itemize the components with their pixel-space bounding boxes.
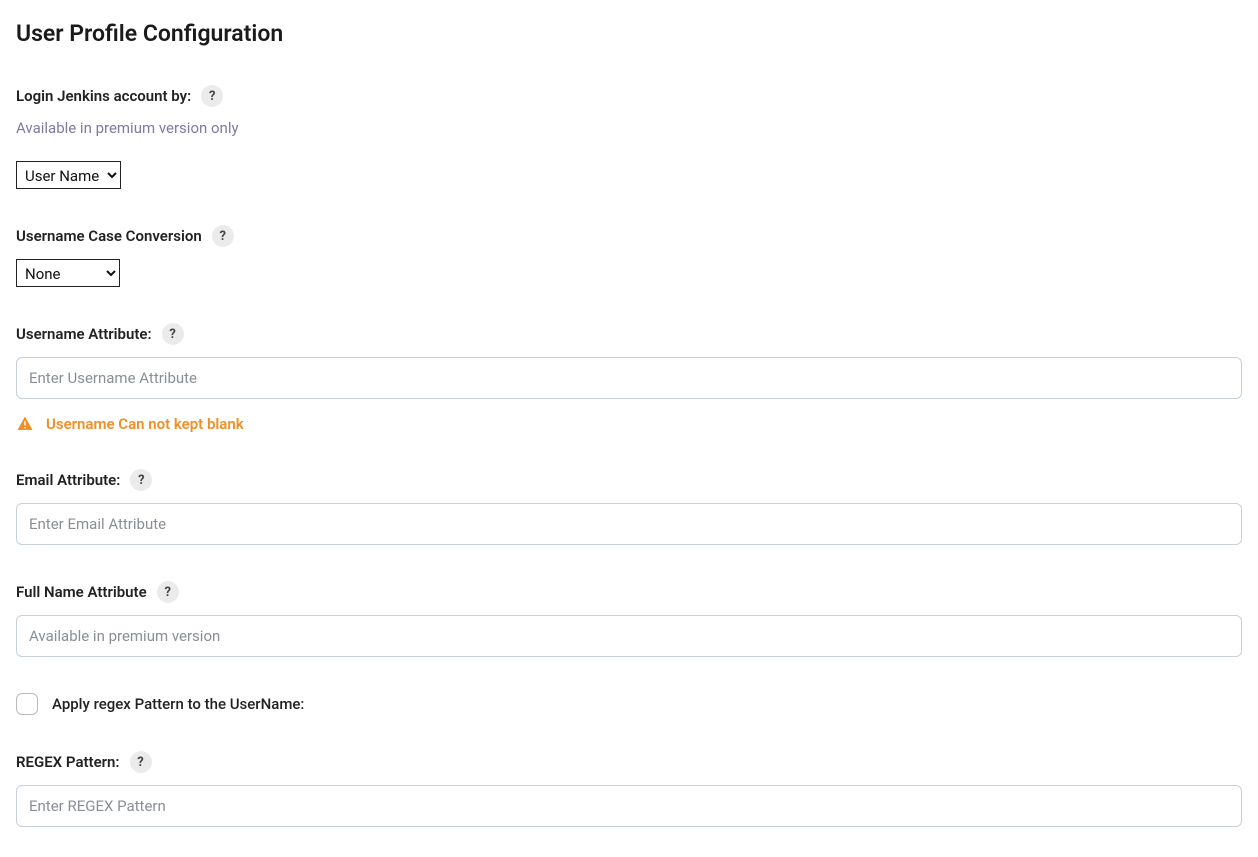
form-group-fullname-attr: Full Name Attribute ? — [16, 581, 1242, 657]
case-conversion-label: Username Case Conversion ? — [16, 225, 234, 247]
help-icon[interactable]: ? — [212, 225, 234, 247]
fullname-attr-input[interactable] — [16, 615, 1242, 657]
username-validation-text: Username Can not kept blank — [46, 415, 244, 433]
apply-regex-label: Apply regex Pattern to the UserName: — [52, 695, 304, 713]
apply-regex-checkbox[interactable] — [16, 693, 38, 715]
username-attr-label-text: Username Attribute: — [16, 325, 152, 343]
form-group-email-attr: Email Attribute: ? — [16, 469, 1242, 545]
form-group-login-by: Login Jenkins account by: ? Available in… — [16, 85, 1242, 189]
regex-pattern-label-text: REGEX Pattern: — [16, 753, 120, 771]
form-group-case-conversion: Username Case Conversion ? None — [16, 225, 1242, 287]
help-icon[interactable]: ? — [162, 323, 184, 345]
help-icon[interactable]: ? — [201, 85, 223, 107]
case-conversion-select[interactable]: None — [16, 259, 120, 287]
login-by-label-text: Login Jenkins account by: — [16, 87, 191, 105]
form-group-username-attr: Username Attribute: ? Username Can not k… — [16, 323, 1242, 433]
email-attr-label-text: Email Attribute: — [16, 471, 120, 489]
case-conversion-label-text: Username Case Conversion — [16, 227, 202, 245]
warning-triangle-icon — [16, 415, 34, 433]
email-attr-label: Email Attribute: ? — [16, 469, 152, 491]
page-title: User Profile Configuration — [16, 20, 1242, 47]
username-validation: Username Can not kept blank — [16, 415, 1242, 433]
login-by-select[interactable]: User Name — [16, 161, 121, 189]
premium-note: Available in premium version only — [16, 119, 1242, 137]
apply-regex-row: Apply regex Pattern to the UserName: — [16, 693, 1242, 715]
help-icon[interactable]: ? — [130, 469, 152, 491]
help-icon[interactable]: ? — [130, 751, 152, 773]
help-icon[interactable]: ? — [157, 581, 179, 603]
regex-pattern-input[interactable] — [16, 785, 1242, 827]
login-by-label: Login Jenkins account by: ? — [16, 85, 223, 107]
form-group-regex-pattern: REGEX Pattern: ? — [16, 751, 1242, 827]
fullname-attr-label: Full Name Attribute ? — [16, 581, 179, 603]
username-attr-input[interactable] — [16, 357, 1242, 399]
username-attr-label: Username Attribute: ? — [16, 323, 184, 345]
fullname-attr-label-text: Full Name Attribute — [16, 583, 147, 601]
regex-pattern-label: REGEX Pattern: ? — [16, 751, 152, 773]
email-attr-input[interactable] — [16, 503, 1242, 545]
